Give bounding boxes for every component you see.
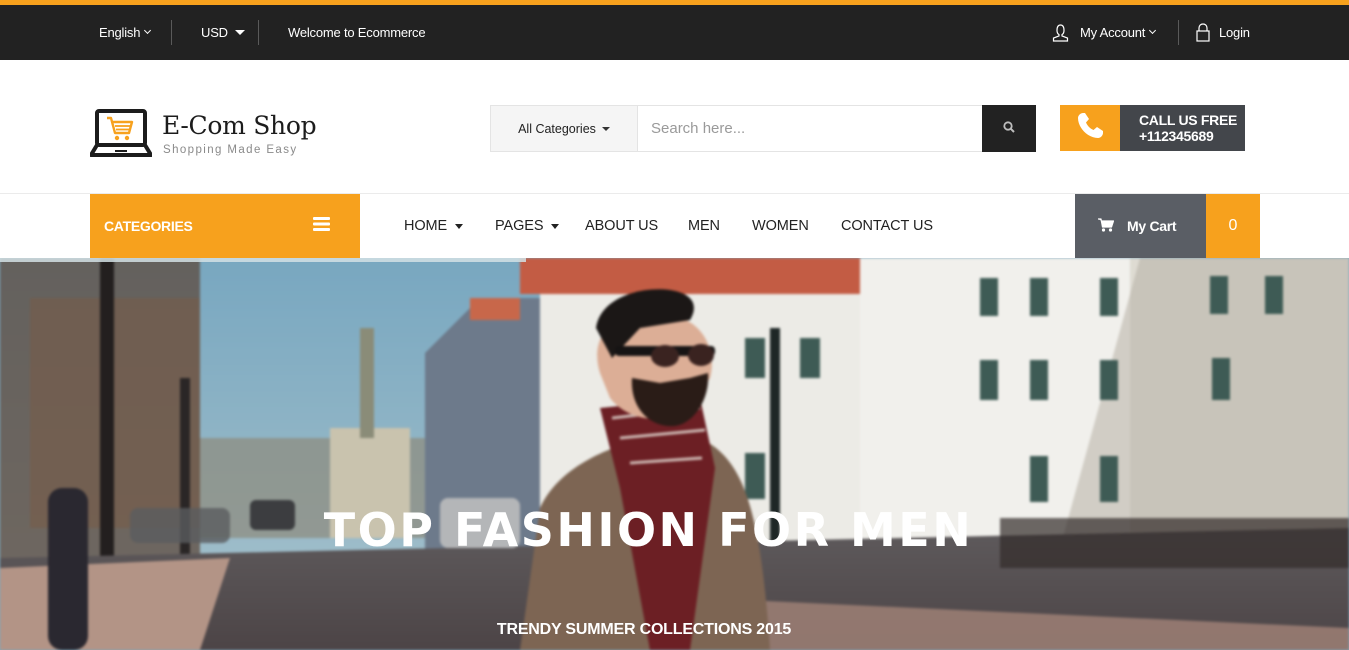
- top-bar: English USD Welcome to Ecommerce My Acco…: [0, 0, 1349, 60]
- currency-selector[interactable]: USD: [201, 5, 245, 60]
- my-cart-label: My Cart: [1127, 218, 1177, 234]
- nav-item-men[interactable]: MEN: [688, 194, 720, 258]
- nav-item-label: WOMEN: [752, 218, 809, 234]
- call-us-text: CALL US FREE +112345689: [1120, 105, 1245, 151]
- call-us-box[interactable]: CALL US FREE +112345689: [1060, 105, 1245, 151]
- language-label: English: [99, 25, 141, 40]
- my-cart-button[interactable]: My Cart: [1075, 194, 1206, 258]
- divider: [258, 20, 259, 45]
- hero-image: [0, 258, 1349, 650]
- search-input[interactable]: [638, 106, 982, 151]
- slider-progress-bar: [0, 258, 1349, 262]
- laptop-cart-icon: [89, 109, 153, 164]
- nav-item-label: MEN: [688, 218, 720, 234]
- lock-icon: [1196, 23, 1210, 42]
- chevron-down-icon: [144, 26, 152, 35]
- user-icon: [1052, 23, 1069, 42]
- chevron-down-icon: [1149, 26, 1157, 35]
- site-tagline: Shopping Made Easy: [163, 144, 298, 156]
- nav-item-label: HOME: [404, 218, 448, 234]
- hero-title: TOP FASHION FOR MEN: [323, 503, 974, 557]
- hero-slider[interactable]: TOP FASHION FOR MEN TRENDY SUMMER COLLEC…: [0, 258, 1349, 650]
- slider-progress-fill: [0, 258, 527, 262]
- nav-item-home[interactable]: HOME: [404, 194, 464, 258]
- categories-toggle[interactable]: CATEGORIES: [90, 194, 360, 258]
- nav-item-pages[interactable]: PAGES: [495, 194, 560, 258]
- phone-icon-box: [1060, 105, 1120, 151]
- divider: [1178, 20, 1179, 45]
- cart-count-badge[interactable]: 0: [1206, 194, 1260, 258]
- login-link[interactable]: Login: [1196, 5, 1250, 60]
- category-dropdown[interactable]: All Categories: [491, 106, 638, 151]
- welcome-text: Welcome to Ecommerce: [288, 25, 426, 40]
- my-account-label: My Account: [1080, 25, 1146, 40]
- search-icon: [1003, 120, 1015, 138]
- nav-item-label: PAGES: [495, 218, 544, 234]
- nav-item-contact-us[interactable]: CONTACT US: [841, 194, 933, 258]
- nav-item-label: CONTACT US: [841, 218, 933, 234]
- nav-item-label: ABOUT US: [585, 218, 659, 234]
- phone-icon: [1075, 111, 1105, 146]
- nav-item-women[interactable]: WOMEN: [752, 194, 809, 258]
- caret-down-icon: [455, 223, 464, 229]
- login-label: Login: [1219, 25, 1250, 40]
- caret-down-icon: [551, 223, 560, 229]
- my-account-menu[interactable]: My Account: [1052, 5, 1157, 60]
- nav-item-about-us[interactable]: ABOUT US: [585, 194, 658, 258]
- caret-down-icon: [601, 126, 610, 131]
- divider: [171, 20, 172, 45]
- call-us-label: CALL US FREE: [1139, 112, 1238, 128]
- site-logo[interactable]: [89, 109, 153, 164]
- caret-down-icon: [234, 30, 245, 35]
- site-title[interactable]: E-Com Shop: [162, 111, 317, 140]
- call-us-number: +112345689: [1139, 128, 1214, 144]
- hamburger-menu-icon: [313, 216, 330, 236]
- category-selected-label: All Categories: [518, 121, 596, 136]
- search-bar: All Categories: [490, 105, 1036, 152]
- language-selector[interactable]: English: [99, 5, 152, 60]
- search-button[interactable]: [982, 105, 1036, 152]
- categories-label: CATEGORIES: [104, 218, 193, 234]
- cart-icon: [1098, 217, 1115, 235]
- hero-subtitle: TRENDY SUMMER COLLECTIONS 2015: [496, 621, 792, 638]
- currency-label: USD: [201, 25, 228, 40]
